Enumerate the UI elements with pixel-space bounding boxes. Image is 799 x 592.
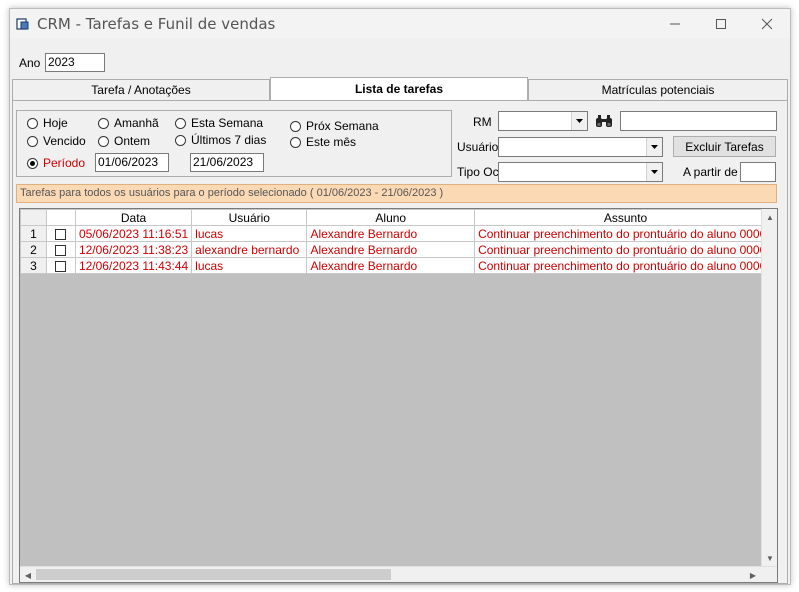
chevron-down-icon[interactable] bbox=[646, 138, 662, 156]
cell-assunto[interactable]: Continuar preenchimento do prontuário do… bbox=[474, 257, 777, 274]
row-checkbox[interactable] bbox=[55, 244, 67, 256]
chevron-down-icon[interactable] bbox=[571, 112, 587, 130]
radio-ultimos-7-dias[interactable]: Últimos 7 dias bbox=[175, 133, 266, 147]
radio-dot bbox=[98, 135, 109, 147]
date-to-input[interactable]: 21/06/2023 bbox=[190, 153, 264, 172]
radio-esta-semana[interactable]: Esta Semana bbox=[175, 116, 263, 130]
radio-ontem[interactable]: Ontem bbox=[98, 134, 150, 148]
radio-periodo[interactable]: Período bbox=[27, 156, 85, 170]
tab-lista-de-tarefas[interactable]: Lista de tarefas bbox=[270, 77, 528, 100]
ano-input[interactable]: 2023 bbox=[45, 53, 105, 72]
tipo-oc-combo[interactable] bbox=[498, 162, 663, 182]
a-partir-de-label: A partir de bbox=[683, 165, 738, 179]
radio-dot bbox=[98, 117, 109, 129]
radio-hoje[interactable]: Hoje bbox=[27, 116, 68, 130]
cell-data[interactable]: 12/06/2023 11:38:23 bbox=[74, 241, 193, 258]
header-check bbox=[45, 209, 76, 226]
maximize-button[interactable] bbox=[698, 9, 744, 39]
radio-dot bbox=[175, 134, 186, 146]
tab-strip: Tarefa / Anotações Lista de tarefas Matr… bbox=[12, 77, 790, 101]
maximize-icon bbox=[716, 19, 726, 29]
radio-dot bbox=[290, 136, 301, 148]
table-row[interactable]: 3 12/06/2023 11:43:44 lucas Alexandre Be… bbox=[20, 257, 777, 274]
ano-label: Ano bbox=[19, 56, 41, 70]
row-number: 1 bbox=[20, 225, 47, 242]
radio-dot bbox=[175, 117, 186, 129]
radio-dot-selected bbox=[27, 157, 38, 169]
cell-assunto[interactable]: Continuar preenchimento do prontuário do… bbox=[474, 241, 777, 258]
window-title: CRM - Tarefas e Funil de vendas bbox=[37, 15, 276, 33]
grid-header-row: Data Usuário Aluno Assunto bbox=[20, 209, 777, 226]
cell-aluno[interactable]: Alexandre Bernardo bbox=[306, 241, 476, 258]
tab-matriculas-potenciais[interactable]: Matrículas potenciais bbox=[528, 79, 788, 100]
row-number: 3 bbox=[20, 257, 47, 274]
date-from-input[interactable]: 01/06/2023 bbox=[95, 153, 169, 172]
cell-usuario[interactable]: alexandre bernardo bbox=[191, 241, 308, 258]
radio-vencido[interactable]: Vencido bbox=[27, 134, 86, 148]
row-checkbox[interactable] bbox=[55, 228, 67, 240]
app-icon bbox=[16, 18, 29, 30]
row-number: 2 bbox=[20, 241, 47, 258]
scroll-up-icon[interactable]: ▲ bbox=[762, 209, 777, 225]
info-bar: Tarefas para todos os usuários para o pe… bbox=[16, 184, 777, 203]
horizontal-scroll-thumb[interactable] bbox=[36, 569, 391, 580]
cell-aluno[interactable]: Alexandre Bernardo bbox=[306, 257, 476, 274]
close-icon bbox=[761, 18, 773, 30]
crm-window: CRM - Tarefas e Funil de vendas Ano 2023… bbox=[9, 8, 791, 585]
cell-usuario[interactable]: lucas bbox=[191, 225, 308, 242]
cell-usuario[interactable]: lucas bbox=[191, 257, 308, 274]
minimize-icon bbox=[670, 23, 680, 25]
tasks-table: Data Usuário Aluno Assunto 1 05/06/2023 … bbox=[20, 209, 777, 274]
row-checkbox[interactable] bbox=[55, 260, 67, 272]
vertical-scrollbar[interactable]: ▲ ▼ bbox=[761, 209, 777, 566]
cell-data[interactable]: 12/06/2023 11:43:44 bbox=[74, 257, 193, 274]
header-assunto[interactable]: Assunto bbox=[474, 209, 777, 226]
header-usuario[interactable]: Usuário bbox=[191, 209, 308, 226]
scroll-left-icon[interactable]: ◀ bbox=[20, 567, 36, 582]
cell-data[interactable]: 05/06/2023 11:16:51 bbox=[74, 225, 193, 242]
tasks-grid[interactable]: Data Usuário Aluno Assunto 1 05/06/2023 … bbox=[19, 208, 778, 583]
cell-assunto[interactable]: Continuar preenchimento do prontuário do… bbox=[474, 225, 777, 242]
minimize-button[interactable] bbox=[652, 9, 698, 39]
header-data[interactable]: Data bbox=[74, 209, 193, 226]
tipo-oc-label: Tipo Oc bbox=[457, 165, 499, 179]
tab-panel-lista: Hoje Vencido Período Amanhã Ontem Esta S… bbox=[12, 100, 788, 584]
horizontal-scrollbar[interactable]: ◀ ▶ bbox=[20, 566, 777, 582]
excluir-tarefas-button[interactable]: Excluir Tarefas bbox=[673, 136, 776, 157]
close-button[interactable] bbox=[744, 9, 790, 39]
binoculars-search-button[interactable] bbox=[593, 111, 615, 131]
table-row[interactable]: 1 05/06/2023 11:16:51 lucas Alexandre Be… bbox=[20, 225, 777, 242]
rm-combo[interactable] bbox=[498, 111, 588, 131]
usuario-label: Usuário bbox=[457, 140, 499, 154]
radio-este-mes[interactable]: Este mês bbox=[290, 135, 356, 149]
cell-aluno[interactable]: Alexandre Bernardo bbox=[306, 225, 476, 242]
scroll-right-icon[interactable]: ▶ bbox=[745, 567, 761, 582]
usuario-combo[interactable] bbox=[498, 137, 663, 157]
header-aluno[interactable]: Aluno bbox=[306, 209, 476, 226]
tab-tarefa-anotacoes[interactable]: Tarefa / Anotações bbox=[12, 79, 270, 100]
rm-label: RM bbox=[473, 115, 492, 129]
header-corner bbox=[20, 209, 47, 226]
chevron-down-icon[interactable] bbox=[646, 163, 662, 181]
scroll-down-icon[interactable]: ▼ bbox=[762, 550, 777, 566]
title-bar: CRM - Tarefas e Funil de vendas bbox=[10, 9, 790, 39]
radio-dot bbox=[27, 117, 38, 129]
a-partir-de-input[interactable] bbox=[740, 162, 776, 182]
rm-name-input[interactable] bbox=[620, 111, 777, 131]
radio-amanha[interactable]: Amanhã bbox=[98, 116, 159, 130]
binoculars-icon bbox=[596, 115, 612, 127]
table-row[interactable]: 2 12/06/2023 11:38:23 alexandre bernardo… bbox=[20, 241, 777, 258]
radio-prox-semana[interactable]: Próx Semana bbox=[290, 119, 379, 133]
radio-dot bbox=[27, 135, 38, 147]
radio-dot bbox=[290, 120, 301, 132]
